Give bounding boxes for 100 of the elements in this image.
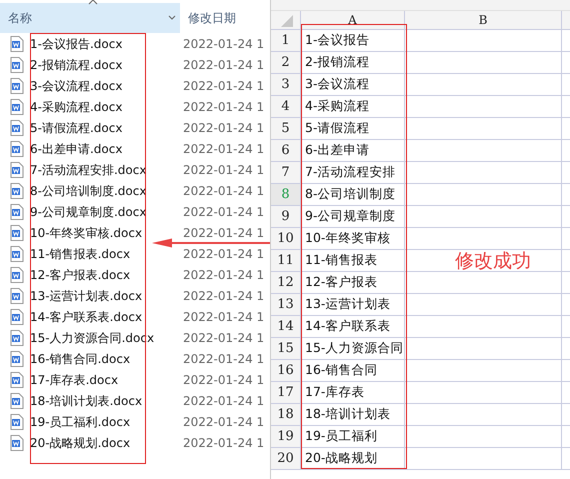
row-header[interactable]: 5 [271, 118, 301, 140]
file-name[interactable]: 14-客户联系表.docx [26, 308, 171, 326]
row-header[interactable]: 14 [271, 316, 301, 338]
cell[interactable]: 18-培训计划表 [301, 404, 405, 426]
file-name[interactable]: 5-请假流程.docx [26, 118, 171, 136]
cell[interactable]: 8-公司培训制度 [301, 184, 405, 206]
file-name[interactable]: 8-公司培训制度.docx [26, 182, 171, 200]
row-header[interactable]: 11 [271, 250, 301, 272]
file-date: 2022-01-24 1 [183, 266, 264, 284]
cell[interactable] [405, 426, 562, 448]
cell[interactable] [405, 74, 562, 96]
cell[interactable]: 14-客户联系表 [301, 316, 405, 338]
cell[interactable]: 2-报销流程 [301, 52, 405, 74]
column-header[interactable]: 名称 [0, 3, 180, 33]
file-name[interactable]: 16-销售合同.docx [26, 350, 171, 368]
file-name[interactable]: 2-报销流程.docx [26, 56, 171, 74]
file-name[interactable]: 17-库存表.docx [26, 370, 171, 388]
file-name[interactable]: 18-培训计划表.docx [26, 392, 171, 410]
cell[interactable] [405, 382, 562, 404]
cell[interactable] [405, 360, 562, 382]
file-name[interactable]: 20-战略规划.docx [26, 434, 171, 452]
select-all-icon[interactable] [278, 13, 292, 27]
cell[interactable] [405, 448, 562, 470]
cell[interactable] [405, 404, 562, 426]
file-name[interactable]: 1-会议报告.docx [26, 34, 171, 52]
column-header[interactable]: B [405, 11, 562, 30]
cell[interactable]: 11-销售报表 [301, 250, 405, 272]
cell[interactable] [405, 52, 562, 74]
cell[interactable]: 20-战略规划 [301, 448, 405, 470]
cell[interactable]: 5-请假流程 [301, 118, 405, 140]
file-date: 2022-01-24 1 [183, 98, 264, 116]
cell[interactable]: 15-人力资源合同 [301, 338, 405, 360]
row-header[interactable]: 1 [271, 30, 301, 52]
cell[interactable] [405, 162, 562, 184]
document-icon [10, 414, 24, 430]
document-icon [10, 98, 24, 114]
file-name[interactable]: 13-运营计划表.docx [26, 286, 171, 304]
cell[interactable] [405, 250, 562, 272]
cell[interactable]: 9-公司规章制度 [301, 206, 405, 228]
annotation-text: 修改成功 [455, 249, 531, 274]
file-date: 2022-01-24 1 [183, 392, 264, 410]
column-header[interactable]: 修改日期 [180, 3, 268, 33]
row-header[interactable]: 18 [271, 404, 301, 426]
row-header[interactable]: 7 [271, 162, 301, 184]
column-header[interactable]: A [301, 11, 405, 30]
row-header[interactable]: 6 [271, 140, 301, 162]
document-icon [10, 78, 24, 94]
file-name[interactable]: 10-年终奖审核.docx [26, 224, 171, 242]
document-icon [10, 288, 24, 304]
file-name[interactable]: 19-员工福利.docx [26, 412, 171, 430]
row-header[interactable]: 15 [271, 338, 301, 360]
sort-icon [88, 0, 98, 5]
row-header[interactable]: 12 [271, 272, 301, 294]
file-date: 2022-01-24 1 [183, 414, 264, 430]
document-icon [10, 224, 24, 240]
file-name[interactable]: 11-销售报表.docx [26, 244, 171, 262]
file-name[interactable]: 12-客户报表.docx [26, 266, 171, 284]
row-header[interactable]: 10 [271, 228, 301, 250]
cell[interactable] [405, 118, 562, 140]
cell[interactable]: 16-销售合同 [301, 360, 405, 382]
cell[interactable]: 17-库存表 [301, 382, 405, 404]
cell[interactable] [405, 228, 562, 250]
row-header[interactable]: 3 [271, 74, 301, 96]
cell[interactable] [405, 96, 562, 118]
cell[interactable]: 19-员工福利 [301, 426, 405, 448]
cell[interactable] [405, 272, 562, 294]
cell[interactable] [405, 30, 562, 52]
row-header[interactable]: 20 [271, 448, 301, 470]
file-name[interactable]: 4-采购流程.docx [26, 98, 171, 116]
cell[interactable] [405, 294, 562, 316]
file-date: 2022-01-24 1 [183, 78, 264, 94]
cell[interactable]: 10-年终奖审核 [301, 228, 405, 250]
cell[interactable]: 6-出差申请 [301, 140, 405, 162]
cell[interactable]: 4-采购流程 [301, 96, 405, 118]
row-header[interactable]: 4 [271, 96, 301, 118]
cell[interactable] [405, 140, 562, 162]
cell[interactable]: 7-活动流程安排 [301, 162, 405, 184]
file-date: 2022-01-24 1 [183, 372, 264, 388]
file-date: 2022-01-24 1 [183, 308, 264, 326]
cell[interactable] [405, 316, 562, 338]
row-header[interactable]: 9 [271, 206, 301, 228]
file-date: 2022-01-24 1 [183, 330, 264, 346]
row-header[interactable]: 2 [271, 52, 301, 74]
row-header[interactable]: 19 [271, 426, 301, 448]
file-name[interactable]: 9-公司规章制度.docx [26, 202, 171, 220]
cell[interactable]: 3-会议流程 [301, 74, 405, 96]
cell[interactable] [405, 338, 562, 360]
row-header[interactable]: 17 [271, 382, 301, 404]
row-header[interactable]: 16 [271, 360, 301, 382]
cell[interactable] [405, 184, 562, 206]
cell[interactable] [405, 206, 562, 228]
cell[interactable]: 1-会议报告 [301, 30, 405, 52]
file-name[interactable]: 6-出差申请.docx [26, 140, 171, 158]
row-header[interactable]: 13 [271, 294, 301, 316]
document-icon [10, 140, 24, 156]
cell[interactable]: 12-客户报表 [301, 272, 405, 294]
cell[interactable]: 13-运营计划表 [301, 294, 405, 316]
file-name[interactable]: 7-活动流程安排.docx [26, 160, 171, 178]
file-name[interactable]: 3-会议流程.docx [26, 76, 171, 94]
document-icon [10, 350, 24, 366]
